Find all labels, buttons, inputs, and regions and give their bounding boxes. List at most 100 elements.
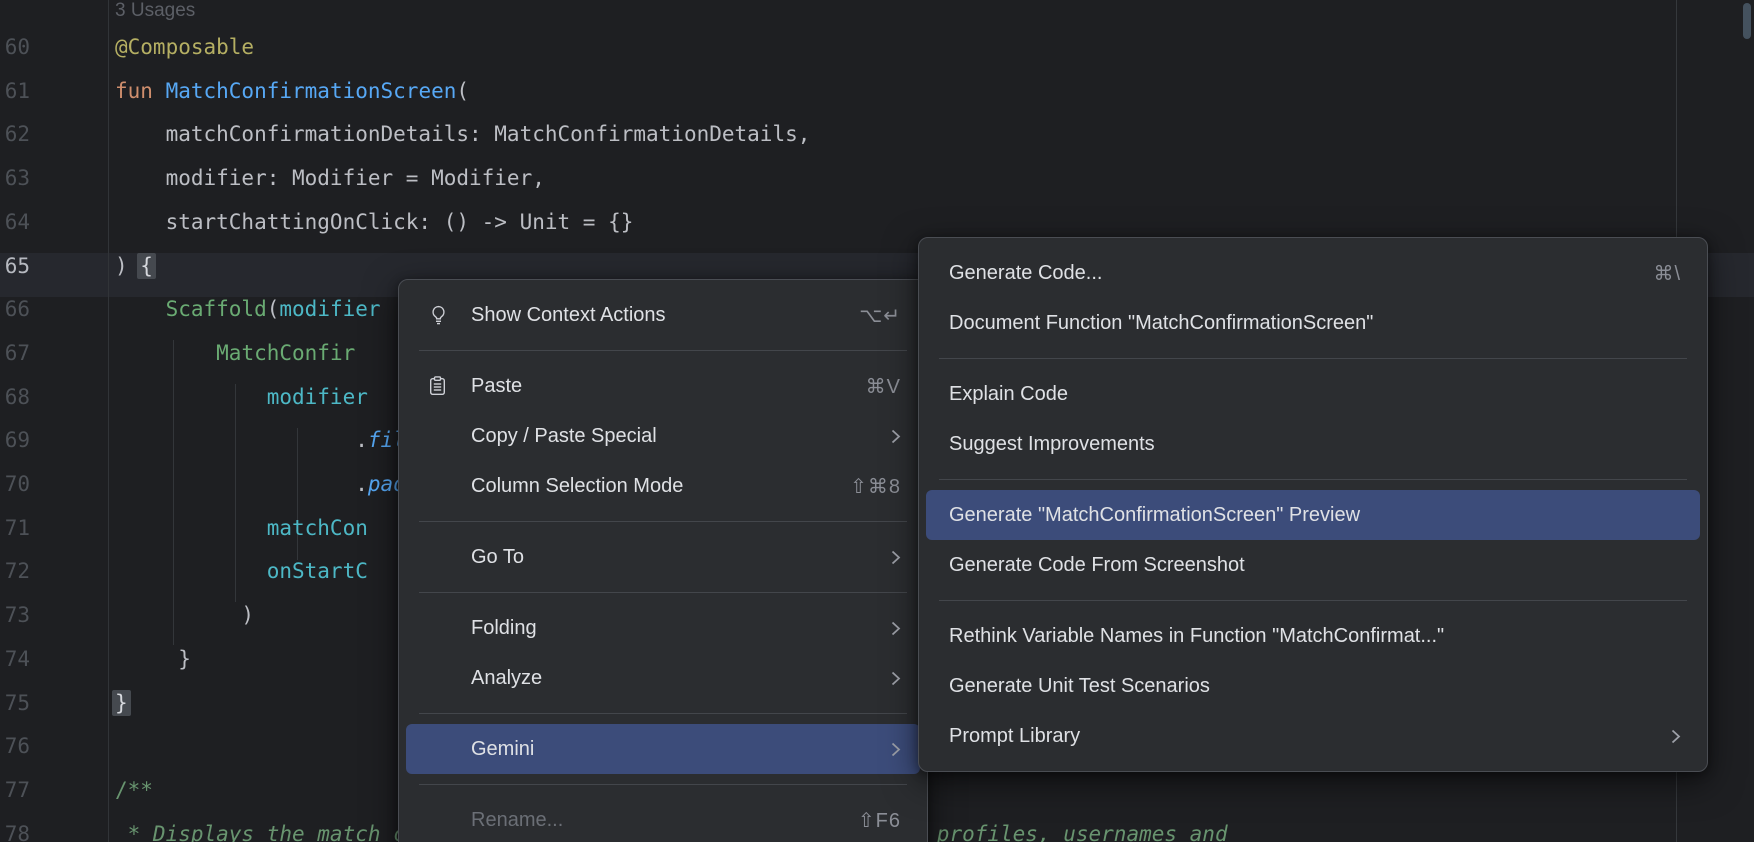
menu-item-analyze[interactable]: Analyze: [406, 653, 920, 703]
menu-item-label: Folding: [471, 617, 861, 640]
code-token: .: [115, 428, 368, 452]
code-line-74[interactable]: }: [115, 647, 191, 691]
menu-item-generate-code-from-screenshot[interactable]: Generate Code From Screenshot: [926, 540, 1700, 590]
line-number-70[interactable]: 70: [0, 472, 30, 516]
menu-item-folding[interactable]: Folding: [406, 603, 920, 653]
line-number-61[interactable]: 61: [0, 79, 30, 123]
menu-item-document-function-matchconfirmationscreen[interactable]: Document Function "MatchConfirmationScre…: [926, 298, 1700, 348]
menu-item-label: Gemini: [471, 738, 861, 761]
code-line-61[interactable]: fun MatchConfirmationScreen(: [115, 79, 469, 123]
paste-icon: [429, 376, 471, 396]
code-line-67[interactable]: MatchConfir: [115, 341, 355, 385]
menu-separator: [419, 592, 907, 593]
menu-separator: [419, 350, 907, 351]
menu-item-generate-matchconfirmationscreen-preview[interactable]: Generate "MatchConfirmationScreen" Previ…: [926, 490, 1700, 540]
code-line-70[interactable]: .pad: [115, 472, 406, 516]
line-number-67[interactable]: 67: [0, 341, 30, 385]
code-token: .: [115, 472, 368, 496]
menu-item-generate-unit-test-scenarios[interactable]: Generate Unit Test Scenarios: [926, 661, 1700, 711]
code-token: modifier: [267, 385, 368, 409]
line-number-78[interactable]: 78: [0, 822, 30, 842]
submenu-arrow-icon: [891, 428, 901, 445]
code-token: ): [115, 603, 254, 627]
menu-item-gemini[interactable]: Gemini: [406, 724, 920, 774]
menu-item-copy-paste-special[interactable]: Copy / Paste Special: [406, 411, 920, 461]
code-line-72[interactable]: onStartC: [115, 559, 368, 603]
line-number-64[interactable]: 64: [0, 210, 30, 254]
code-line-66[interactable]: Scaffold(modifier: [115, 297, 381, 341]
lightbulb-icon: [429, 305, 471, 325]
code-line-77[interactable]: /**: [115, 778, 153, 822]
scrollbar-thumb[interactable]: [1743, 3, 1751, 39]
menu-item-go-to[interactable]: Go To: [406, 532, 920, 582]
menu-item-label: Rethink Variable Names in Function "Matc…: [949, 625, 1681, 648]
line-number-69[interactable]: 69: [0, 428, 30, 472]
menu-item-label: Suggest Improvements: [949, 433, 1681, 456]
menu-item-shortcut: ⇧⌘8: [850, 474, 901, 499]
context-menu: Show Context Actions ⌥↵ Paste⌘V Copy / Past…: [398, 279, 928, 842]
menu-item-column-selection-mode[interactable]: Column Selection Mode⇧⌘8: [406, 461, 920, 511]
usages-inlay-hint[interactable]: 3 Usages: [115, 0, 195, 26]
menu-item-label: Generate Code...: [949, 262, 1623, 285]
code-token: [115, 341, 216, 365]
menu-item-label: Explain Code: [949, 383, 1681, 406]
line-number-75[interactable]: 75: [0, 691, 30, 735]
menu-item-suggest-improvements[interactable]: Suggest Improvements: [926, 419, 1700, 469]
code-line-68[interactable]: modifier: [115, 385, 368, 429]
code-token: modifier: [279, 297, 380, 321]
menu-item-generate-code[interactable]: Generate Code... ⌘\: [926, 248, 1700, 298]
code-line-75[interactable]: }: [115, 691, 128, 735]
line-number-65[interactable]: 65: [0, 254, 30, 298]
submenu-arrow-icon: [891, 549, 901, 566]
menu-item-label: Prompt Library: [949, 725, 1641, 748]
code-token: [115, 385, 267, 409]
line-number-77[interactable]: 77: [0, 778, 30, 822]
code-token: Scaffold: [166, 297, 267, 321]
line-number-63[interactable]: 63: [0, 166, 30, 210]
code-line-63[interactable]: modifier: Modifier = Modifier,: [115, 166, 545, 210]
code-token: matchCon: [267, 516, 368, 540]
code-line-71[interactable]: matchCon: [115, 516, 368, 560]
menu-item-paste[interactable]: Paste⌘V: [406, 361, 920, 411]
code-line-73[interactable]: ): [115, 603, 254, 647]
line-number-72[interactable]: 72: [0, 559, 30, 603]
submenu-arrow-icon: [891, 620, 901, 637]
line-number-73[interactable]: 73: [0, 603, 30, 647]
gutter-separator: [108, 0, 109, 842]
menu-item-label: Show Context Actions: [471, 304, 829, 327]
code-token: onStartC: [267, 559, 368, 583]
line-number-62[interactable]: 62: [0, 122, 30, 166]
code-line-64[interactable]: startChattingOnClick: () -> Unit = {}: [115, 210, 633, 254]
menu-item-label: Copy / Paste Special: [471, 425, 861, 448]
ide-window: 3 Usages 6061626364656667686970717273747…: [0, 0, 1754, 842]
code-line-69[interactable]: .fil: [115, 428, 406, 472]
line-number-60[interactable]: 60: [0, 35, 30, 79]
menu-item-label: Generate "MatchConfirmationScreen" Previ…: [949, 504, 1681, 527]
menu-separator: [419, 713, 907, 714]
menu-item-label: Go To: [471, 546, 861, 569]
code-token: }: [112, 690, 131, 716]
gemini-submenu: Generate Code... ⌘\ Document Function "Mat…: [918, 237, 1708, 772]
code-token: matchConfirmationDetails: MatchConfirmat…: [115, 122, 810, 146]
line-number-76[interactable]: 76: [0, 734, 30, 778]
line-number-68[interactable]: 68: [0, 385, 30, 429]
code-line-62[interactable]: matchConfirmationDetails: MatchConfirmat…: [115, 122, 810, 166]
code-token: [115, 559, 267, 583]
menu-item-prompt-library[interactable]: Prompt Library: [926, 711, 1700, 761]
menu-item-shortcut: ⌥↵: [859, 303, 901, 328]
submenu-arrow-icon: [1671, 728, 1681, 745]
menu-item-shortcut: ⌘\: [1653, 261, 1681, 286]
menu-item-rethink-variable-names-in-function-matchconfirmat[interactable]: Rethink Variable Names in Function "Matc…: [926, 611, 1700, 661]
menu-item-rename: Rename...⇧F6: [406, 795, 920, 842]
menu-item-label: Document Function "MatchConfirmationScre…: [949, 312, 1681, 335]
line-number-66[interactable]: 66: [0, 297, 30, 341]
line-number-71[interactable]: 71: [0, 516, 30, 560]
menu-item-show-context-actions[interactable]: Show Context Actions ⌥↵: [406, 290, 920, 340]
code-line-60[interactable]: @Composable: [115, 35, 254, 79]
menu-item-explain-code[interactable]: Explain Code: [926, 369, 1700, 419]
line-number-74[interactable]: 74: [0, 647, 30, 691]
code-token: startChattingOnClick: () -> Unit = {}: [115, 210, 633, 234]
code-token: [115, 516, 267, 540]
code-line-65[interactable]: ) {: [115, 254, 153, 298]
menu-separator: [939, 358, 1687, 359]
